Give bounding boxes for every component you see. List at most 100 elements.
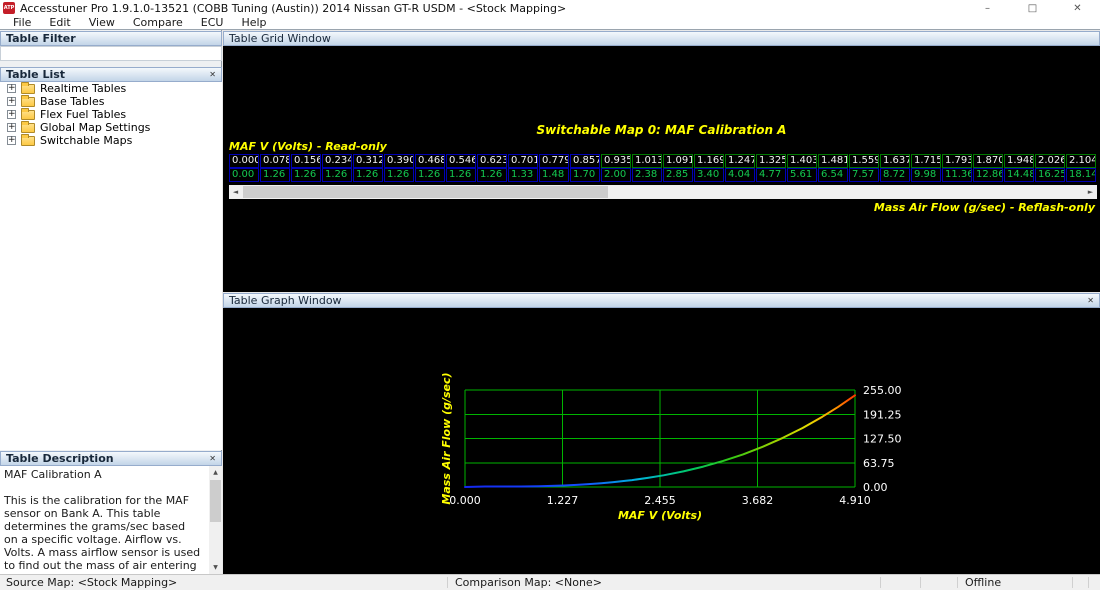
minimize-icon[interactable]: – bbox=[965, 0, 1010, 16]
grid-value-cell[interactable]: 11.36 bbox=[942, 168, 972, 182]
description-scrollbar-thumb[interactable] bbox=[210, 480, 221, 522]
grid-axis-cell[interactable]: 1.870 bbox=[973, 154, 1003, 168]
table-graph-window-close-icon[interactable]: ✕ bbox=[1087, 295, 1094, 307]
grid-axis-cell[interactable]: 1.091 bbox=[663, 154, 693, 168]
grid-value-cell[interactable]: 1.48 bbox=[539, 168, 569, 182]
chart-x-axis-title: MAF V (Volts) bbox=[618, 509, 702, 522]
grid-value-cell[interactable]: 4.04 bbox=[725, 168, 755, 182]
table-list-tree: + Realtime Tables + Base Tables + Flex Fuel T… bbox=[0, 81, 222, 450]
grid-value-cell[interactable]: 12.86 bbox=[973, 168, 1003, 182]
grid-axis-cell[interactable]: 1.013 bbox=[632, 154, 662, 168]
grid-axis-cell[interactable]: 0.779 bbox=[539, 154, 569, 168]
statusbar-divider bbox=[447, 577, 448, 588]
grid-value-cell[interactable]: 1.26 bbox=[291, 168, 321, 182]
scroll-down-icon[interactable]: ▼ bbox=[209, 561, 222, 574]
scroll-right-icon[interactable]: ► bbox=[1084, 185, 1097, 199]
grid-axis-cell[interactable]: 1.793 bbox=[942, 154, 972, 168]
expand-plus-icon[interactable]: + bbox=[7, 123, 16, 132]
grid-value-cell[interactable]: 8.72 bbox=[880, 168, 910, 182]
tree-item-switchable-maps[interactable]: + Switchable Maps bbox=[0, 133, 222, 147]
menu-edit[interactable]: Edit bbox=[40, 16, 79, 29]
grid-value-cell[interactable]: 2.00 bbox=[601, 168, 631, 182]
grid-axis-cell[interactable]: 1.637 bbox=[880, 154, 910, 168]
grid-value-cell[interactable]: 2.85 bbox=[663, 168, 693, 182]
menu-file[interactable]: File bbox=[4, 16, 40, 29]
table-filter-header: Table Filter bbox=[0, 31, 222, 46]
grid-scrollbar-thumb[interactable] bbox=[243, 186, 608, 198]
table-grid-window-title: Table Grid Window bbox=[229, 32, 331, 45]
grid-value-cell[interactable]: 1.26 bbox=[446, 168, 476, 182]
table-graph-window-header[interactable]: Table Graph Window ✕ bbox=[223, 293, 1100, 308]
grid-value-cell[interactable]: 4.77 bbox=[756, 168, 786, 182]
expand-plus-icon[interactable]: + bbox=[7, 110, 16, 119]
table-grid-window-header[interactable]: Table Grid Window bbox=[223, 31, 1100, 46]
chart-y-tick-label: 255.00 bbox=[863, 384, 902, 397]
tree-item-realtime-tables[interactable]: + Realtime Tables bbox=[0, 81, 222, 95]
grid-value-cell[interactable]: 16.25 bbox=[1035, 168, 1065, 182]
grid-axis-cell[interactable]: 0.234 bbox=[322, 154, 352, 168]
grid-axis-cell[interactable]: 1.559 bbox=[849, 154, 879, 168]
grid-axis-cell[interactable]: 1.169 bbox=[694, 154, 724, 168]
tree-item-label: Base Tables bbox=[40, 95, 105, 108]
grid-value-cell[interactable]: 7.57 bbox=[849, 168, 879, 182]
scroll-up-icon[interactable]: ▲ bbox=[209, 466, 222, 479]
grid-value-cell[interactable]: 5.61 bbox=[787, 168, 817, 182]
grid-value-cell[interactable]: 1.70 bbox=[570, 168, 600, 182]
grid-value-cell[interactable]: 18.14 bbox=[1066, 168, 1096, 182]
grid-value-cell[interactable]: 1.26 bbox=[384, 168, 414, 182]
menu-view[interactable]: View bbox=[80, 16, 124, 29]
grid-axis-cell[interactable]: 0.078 bbox=[260, 154, 290, 168]
tree-item-global-map-settings[interactable]: + Global Map Settings bbox=[0, 120, 222, 134]
grid-axis-cell[interactable]: 2.104 bbox=[1066, 154, 1096, 168]
grid-value-cell[interactable]: 14.48 bbox=[1004, 168, 1034, 182]
maf-calibration-chart: 0.000 1.227 2.455 3.682 4.910 0.00 63.75 127.50… bbox=[223, 308, 1100, 574]
grid-value-cell[interactable]: 1.26 bbox=[260, 168, 290, 182]
tree-item-flex-fuel-tables[interactable]: + Flex Fuel Tables bbox=[0, 107, 222, 121]
grid-value-cell[interactable]: 9.98 bbox=[911, 168, 941, 182]
maximize-icon[interactable]: □ bbox=[1010, 0, 1055, 16]
grid-value-cell[interactable]: 0.00 bbox=[229, 168, 259, 182]
grid-value-cell[interactable]: 1.26 bbox=[477, 168, 507, 182]
grid-value-cell[interactable]: 2.38 bbox=[632, 168, 662, 182]
table-grid-body: Switchable Map 0: MAF Calibration A MAF … bbox=[223, 46, 1100, 292]
expand-plus-icon[interactable]: + bbox=[7, 136, 16, 145]
close-icon[interactable]: ✕ bbox=[1055, 0, 1100, 16]
grid-axis-cell[interactable]: 1.247 bbox=[725, 154, 755, 168]
grid-value-cell[interactable]: 1.26 bbox=[415, 168, 445, 182]
grid-axis-cell[interactable]: 0.935 bbox=[601, 154, 631, 168]
grid-value-cell[interactable]: 1.26 bbox=[353, 168, 383, 182]
switchable-map-title: Switchable Map 0: MAF Calibration A bbox=[536, 123, 787, 137]
description-scrollbar[interactable]: ▲ ▼ bbox=[209, 466, 222, 574]
grid-axis-cell[interactable]: 0.468 bbox=[415, 154, 445, 168]
expand-plus-icon[interactable]: + bbox=[7, 97, 16, 106]
grid-axis-cell[interactable]: 1.948 bbox=[1004, 154, 1034, 168]
grid-axis-cell[interactable]: 0.857 bbox=[570, 154, 600, 168]
grid-axis-cell[interactable]: 0.000 bbox=[229, 154, 259, 168]
grid-axis-cell[interactable]: 1.715 bbox=[911, 154, 941, 168]
grid-horizontal-scrollbar[interactable]: ◄ ► bbox=[229, 185, 1097, 199]
expand-plus-icon[interactable]: + bbox=[7, 84, 16, 93]
grid-value-cell[interactable]: 1.33 bbox=[508, 168, 538, 182]
table-description-close-icon[interactable]: ✕ bbox=[209, 453, 216, 465]
grid-value-cell[interactable]: 6.54 bbox=[818, 168, 848, 182]
grid-axis-cell[interactable]: 0.156 bbox=[291, 154, 321, 168]
grid-axis-cell[interactable]: 1.403 bbox=[787, 154, 817, 168]
grid-value-cell[interactable]: 1.26 bbox=[322, 168, 352, 182]
menu-ecu[interactable]: ECU bbox=[192, 16, 233, 29]
menu-help[interactable]: Help bbox=[232, 16, 275, 29]
grid-axis-cell[interactable]: 0.546 bbox=[446, 154, 476, 168]
grid-axis-cell[interactable]: 1.325 bbox=[756, 154, 786, 168]
grid-axis-cell[interactable]: 0.312 bbox=[353, 154, 383, 168]
grid-axis-cell[interactable]: 0.623 bbox=[477, 154, 507, 168]
grid-axis-cell[interactable]: 2.026 bbox=[1035, 154, 1065, 168]
scroll-left-icon[interactable]: ◄ bbox=[229, 185, 242, 199]
window-title: Accesstuner Pro 1.9.1.0-13521 (COBB Tuni… bbox=[20, 1, 567, 15]
grid-axis-cell[interactable]: 0.390 bbox=[384, 154, 414, 168]
grid-axis-cell[interactable]: 1.481 bbox=[818, 154, 848, 168]
menu-compare[interactable]: Compare bbox=[124, 16, 192, 29]
grid-value-cell[interactable]: 3.40 bbox=[694, 168, 724, 182]
grid-axis-cell[interactable]: 0.701 bbox=[508, 154, 538, 168]
tree-item-base-tables[interactable]: + Base Tables bbox=[0, 94, 222, 108]
table-filter-input[interactable] bbox=[1, 47, 221, 60]
table-list-close-icon[interactable]: ✕ bbox=[209, 69, 216, 81]
